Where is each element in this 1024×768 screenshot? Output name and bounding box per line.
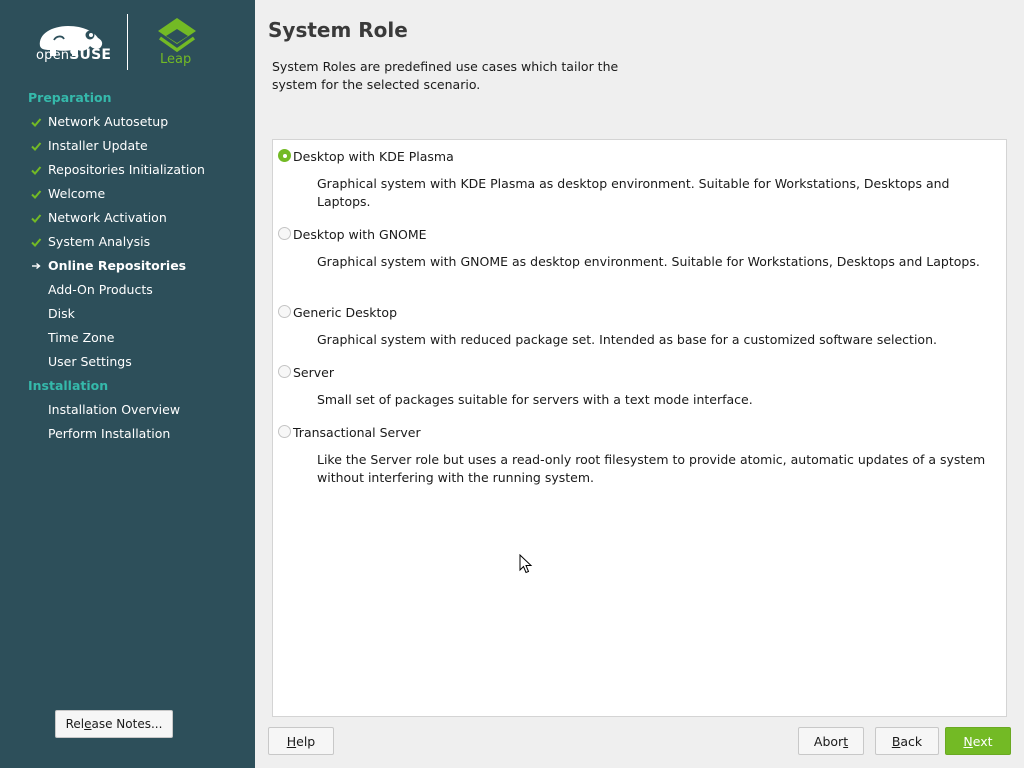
checkmark-icon (31, 214, 42, 223)
section-preparation: Preparation (28, 90, 112, 105)
step-time-zone: Time Zone (48, 330, 115, 345)
checkmark-icon (31, 142, 42, 151)
opensuse-wordmark: openSUSE (36, 47, 111, 63)
next-shortcut: N (963, 733, 973, 749)
page-title: System Role (268, 18, 408, 42)
step-installation-overview: Installation Overview (48, 402, 181, 417)
release-notes-shortcut: e (84, 717, 92, 731)
radio-unselected[interactable] (278, 425, 291, 438)
back-label-rest: ack (900, 733, 923, 749)
help-button[interactable]: Help (268, 727, 334, 755)
step-installer-update: Installer Update (48, 138, 148, 153)
next-label-rest: ext (972, 733, 993, 749)
role-description: Small set of packages suitable for serve… (317, 392, 753, 407)
arrow-right-icon (32, 262, 41, 270)
section-installation: Installation (28, 378, 109, 393)
opensuse-suffix: SUSE (69, 47, 112, 63)
logo-divider (127, 14, 128, 70)
release-notes-button[interactable]: Release Notes... (55, 710, 173, 738)
abort-shortcut: t (843, 733, 849, 749)
radio-unselected[interactable] (278, 227, 291, 240)
role-description: Graphical system with GNOME as desktop e… (317, 254, 980, 269)
mouse-cursor-icon (519, 554, 533, 574)
opensuse-prefix: open (36, 48, 70, 63)
step-user-settings: User Settings (48, 354, 132, 369)
leap-logo-icon (158, 18, 196, 53)
checkmark-icon (31, 190, 42, 199)
role-description: Like the Server role but uses a read-onl… (317, 452, 986, 485)
role-label[interactable]: Transactional Server (293, 425, 421, 440)
help-label-rest: elp (296, 733, 316, 749)
role-label[interactable]: Server (293, 365, 334, 380)
product-name: Leap (160, 52, 192, 67)
step-welcome: Welcome (48, 186, 106, 201)
role-label[interactable]: Generic Desktop (293, 305, 397, 320)
role-label[interactable]: Desktop with KDE Plasma (293, 149, 454, 164)
abort-label-pre: Abor (813, 733, 844, 749)
step-disk: Disk (48, 306, 75, 321)
radio-selected[interactable] (278, 149, 291, 162)
role-label[interactable]: Desktop with GNOME (293, 227, 427, 242)
role-description: Graphical system with KDE Plasma as desk… (317, 176, 950, 209)
step-online-repositories: Online Repositories (48, 258, 187, 273)
step-network-activation: Network Activation (48, 210, 167, 225)
checkmark-icon (31, 118, 42, 127)
abort-button[interactable]: Abort (798, 727, 864, 755)
system-roles-panel: Desktop with KDE Plasma Graphical system… (272, 139, 1007, 717)
release-notes-label-post: ase Notes... (91, 717, 163, 731)
checkmark-icon (31, 166, 42, 175)
step-repositories-initialization: Repositories Initialization (48, 162, 205, 177)
radio-unselected[interactable] (278, 365, 291, 378)
logo-area: openSUSE Leap (0, 0, 255, 80)
step-add-on-products: Add-On Products (48, 282, 153, 297)
page-description: System Roles are predefined use cases wh… (272, 59, 619, 92)
help-shortcut: H (286, 733, 297, 749)
step-system-analysis: System Analysis (48, 234, 151, 249)
step-perform-installation: Perform Installation (48, 426, 171, 441)
radio-unselected[interactable] (278, 305, 291, 318)
step-network-autosetup: Network Autosetup (48, 114, 169, 129)
release-notes-label-pre: Rel (65, 717, 85, 731)
next-button[interactable]: Next (945, 727, 1011, 755)
back-button[interactable]: Back (875, 727, 939, 755)
role-description: Graphical system with reduced package se… (317, 332, 937, 347)
sidebar: openSUSE Leap Preparation Network Autose… (0, 0, 255, 768)
checkmark-icon (31, 238, 42, 247)
